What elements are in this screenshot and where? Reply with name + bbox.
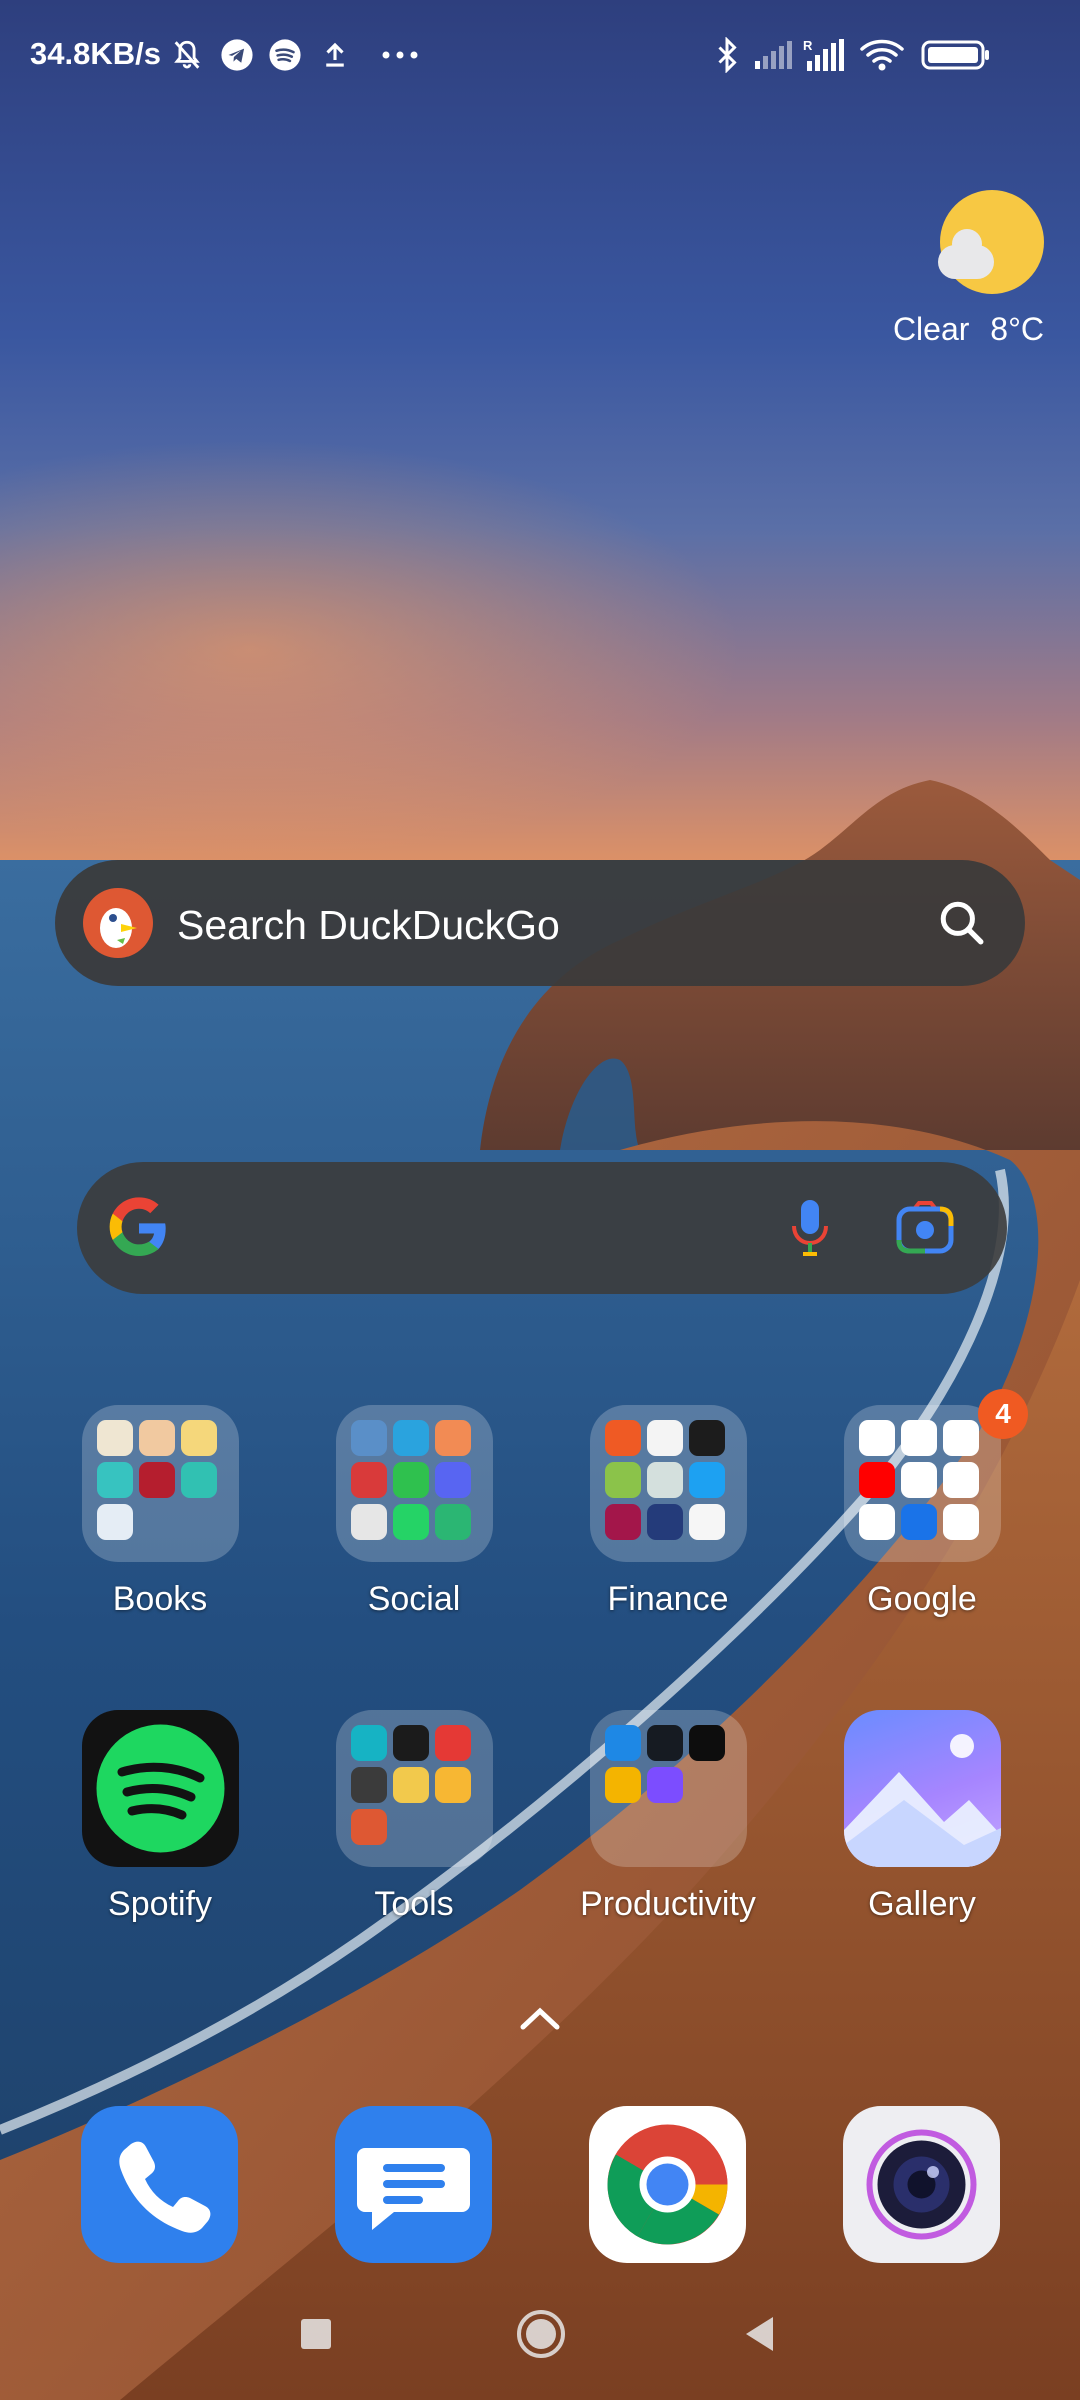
- signal-2-roaming-icon: R: [802, 35, 848, 75]
- social-folder-icon: [335, 1405, 493, 1562]
- weather-temperature: 8°C: [990, 311, 1044, 347]
- upload-icon: [316, 35, 354, 75]
- duckduckgo-search-widget[interactable]: Search DuckDuckGo: [55, 860, 1025, 986]
- back-button[interactable]: [740, 2305, 780, 2363]
- cloud-icon: [938, 229, 994, 279]
- gallery-app-icon: [843, 1710, 1001, 1867]
- camera-app-icon[interactable]: [843, 2106, 1000, 2263]
- books-label: Books: [112, 1580, 208, 1618]
- google-lens-icon[interactable]: [895, 1200, 955, 1256]
- notification-badge: 4: [978, 1389, 1028, 1439]
- google-folder-icon: [843, 1405, 1001, 1562]
- gallery-label: Gallery: [868, 1885, 976, 1923]
- app-spotify[interactable]: Spotify: [60, 1710, 260, 1924]
- wifi-icon: [858, 35, 906, 75]
- productivity-label: Productivity: [580, 1885, 756, 1923]
- duckduckgo-placeholder: Search DuckDuckGo: [177, 902, 560, 948]
- tools-label: Tools: [374, 1885, 454, 1923]
- folder-books[interactable]: Books: [60, 1405, 260, 1619]
- signal-1-icon: [752, 35, 794, 75]
- folder-productivity[interactable]: Productivity: [568, 1710, 768, 1924]
- folder-tools[interactable]: Tools: [314, 1710, 514, 1924]
- tools-folder-icon: [335, 1710, 493, 1867]
- folder-finance[interactable]: Finance: [568, 1405, 768, 1619]
- more-dots-icon: [378, 35, 422, 75]
- telegram-icon: [218, 35, 256, 75]
- home-button[interactable]: [512, 2305, 570, 2363]
- google-search-widget[interactable]: [77, 1162, 1007, 1294]
- weather-condition: Clear: [892, 311, 970, 347]
- network-speed: 34.8KB/s: [30, 36, 161, 71]
- status-bar: 34.8KB/s R: [0, 0, 1080, 115]
- productivity-folder-icon: [589, 1710, 747, 1867]
- spotify-app-icon: [81, 1710, 239, 1867]
- spotify-icon: [266, 35, 304, 75]
- microphone-icon[interactable]: [789, 1196, 831, 1260]
- finance-label: Finance: [607, 1580, 729, 1618]
- messages-app-icon[interactable]: [335, 2106, 492, 2263]
- app-drawer-chevron-icon[interactable]: [517, 2003, 563, 2033]
- spotify-label: Spotify: [108, 1885, 212, 1923]
- social-label: Social: [367, 1580, 461, 1618]
- app-gallery[interactable]: Gallery: [822, 1710, 1022, 1924]
- google-label: Google: [867, 1580, 977, 1618]
- mute-bell-icon: [168, 35, 206, 75]
- recents-button[interactable]: [296, 2305, 336, 2363]
- google-g-icon: [107, 1196, 171, 1260]
- finance-folder-icon: [589, 1405, 747, 1562]
- svg-text:R: R: [803, 38, 813, 53]
- folder-social[interactable]: Social: [314, 1405, 514, 1619]
- books-folder-icon: [81, 1405, 239, 1562]
- folder-google[interactable]: 4 Google: [822, 1389, 1028, 1619]
- search-icon[interactable]: [937, 898, 987, 948]
- weather-summary: Clear 8°C: [893, 311, 1044, 348]
- bluetooth-icon: [712, 35, 742, 75]
- weather-widget[interactable]: Clear 8°C: [844, 185, 1044, 355]
- duckduckgo-logo-icon: [83, 888, 153, 958]
- phone-app-icon[interactable]: [81, 2106, 238, 2263]
- battery-icon: [920, 35, 992, 75]
- chrome-app-icon[interactable]: [589, 2106, 746, 2263]
